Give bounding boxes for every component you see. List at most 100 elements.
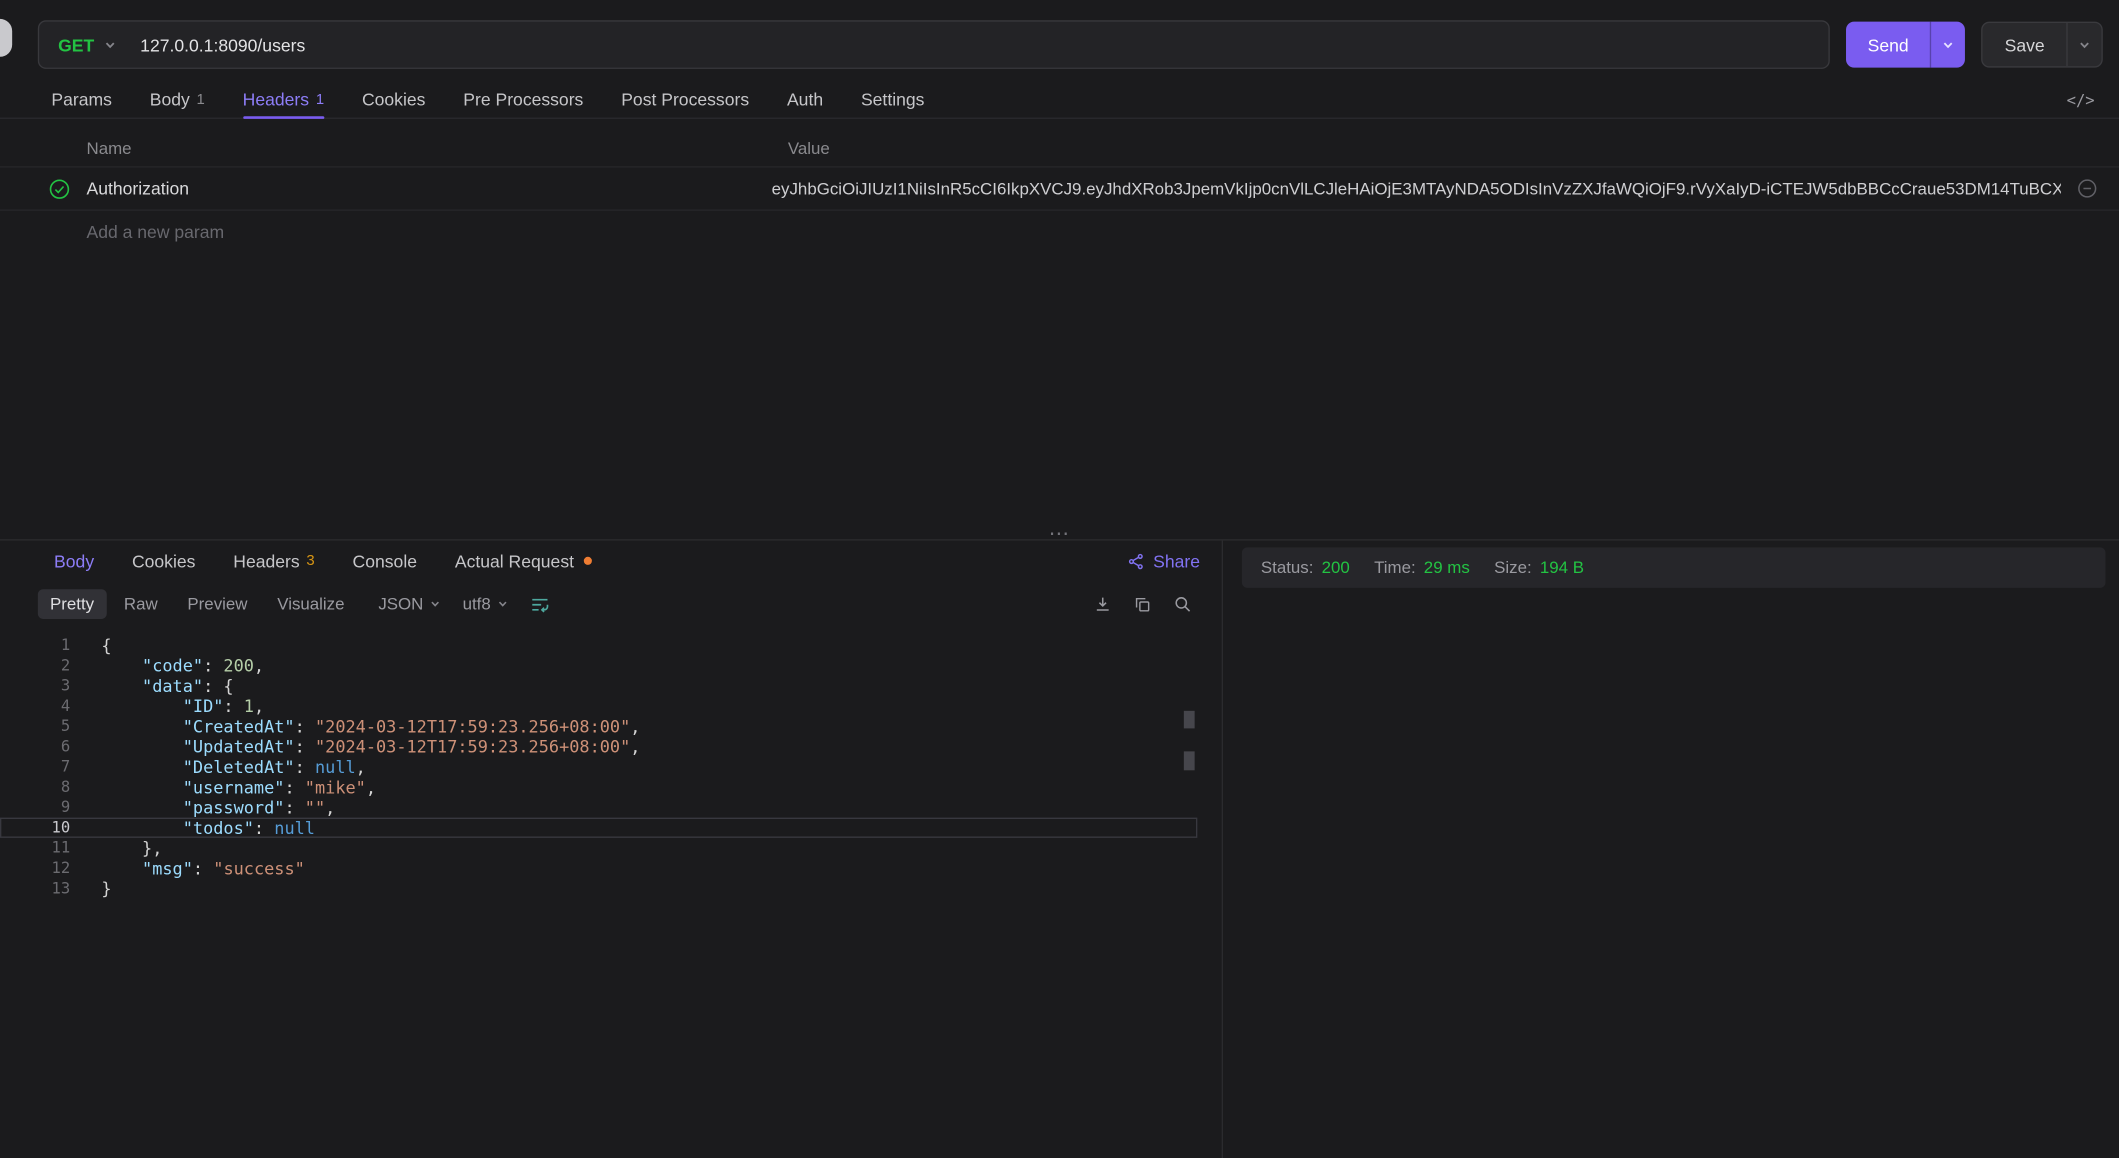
code-line-5[interactable]: 5 "CreatedAt": "2024-03-12T17:59:23.256+… [0,716,1197,736]
response-tab-console[interactable]: Console [353,541,417,582]
request-tab-auth[interactable]: Auth [787,81,823,117]
code-text: "ID": 1, [70,696,264,716]
line-number: 3 [0,676,70,696]
header-name-cell[interactable]: Authorization [70,178,771,198]
headers-table: Name Value Authorization eyJhbGciOiJIUzI… [0,130,2119,252]
chevron-down-icon [498,599,509,610]
code-line-10[interactable]: 10 "todos": null [0,818,1197,838]
line-number: 13 [0,878,70,898]
code-line-7[interactable]: 7 "DeletedAt": null, [0,757,1197,777]
response-time: Time: 29 ms [1374,558,1470,577]
tab-label: Body [54,551,94,571]
code-line-1[interactable]: 1{ [0,635,1197,655]
code-line-6[interactable]: 6 "UpdatedAt": "2024-03-12T17:59:23.256+… [0,737,1197,757]
code-text: { [70,635,111,655]
copy-icon[interactable] [1134,595,1152,613]
tab-label: Post Processors [621,89,749,109]
tab-label: Cookies [132,551,195,571]
size-label: Size: [1494,558,1532,577]
tab-label: Settings [861,89,924,109]
line-number: 12 [0,858,70,878]
save-button[interactable]: Save [1982,22,2103,68]
code-text: "DeletedAt": null, [70,757,366,777]
request-tab-body[interactable]: Body 1 [150,81,205,117]
row-enabled-checkbox[interactable] [49,178,71,200]
send-button[interactable]: Send [1846,22,1965,68]
send-options-button[interactable] [1930,22,1965,68]
code-text: } [70,878,111,898]
language-select[interactable]: JSON [378,595,441,614]
view-visualize-button[interactable]: Visualize [265,589,357,619]
tab-label: Actual Request [455,551,574,571]
request-tab-settings[interactable]: Settings [861,81,924,117]
tab-label: Headers [243,89,309,109]
view-pretty-button[interactable]: Pretty [38,589,106,619]
tab-label: Body [150,89,190,109]
encoding-select-value: utf8 [463,595,491,614]
share-button[interactable]: Share [1127,551,1200,571]
request-tab-headers[interactable]: Headers 1 [243,81,324,117]
tab-count-badge: 1 [197,91,205,107]
request-tab-params[interactable]: Params [51,81,112,117]
request-tab-cookies[interactable]: Cookies [362,81,425,117]
code-text: "password": "", [70,797,335,817]
request-tab-pre-processors[interactable]: Pre Processors [463,81,583,117]
tab-label: Headers [233,551,299,571]
share-label: Share [1153,551,1200,571]
view-raw-button[interactable]: Raw [112,589,170,619]
scrollbar-mark [1184,711,1195,729]
method-selector[interactable]: GET [58,34,127,54]
chevron-down-icon [2078,39,2090,51]
scrollbar-mark [1184,751,1195,770]
code-editor[interactable]: 1{2 "code": 200,3 "data": {4 "ID": 1,5 "… [0,627,1222,1158]
response-tab-cookies[interactable]: Cookies [132,541,195,582]
code-line-9[interactable]: 9 "password": "", [0,797,1197,817]
tab-label: Console [353,551,417,571]
code-text: "data": { [70,676,233,696]
time-value: 29 ms [1424,558,1470,577]
request-url-box[interactable]: GET 127.0.0.1:8090/users [38,20,1830,69]
response-tabs: Body Cookies Headers3 Console Actual Request [54,541,592,582]
search-icon[interactable] [1173,595,1192,614]
chevron-down-icon [430,599,441,610]
size-value: 194 B [1540,558,1584,577]
method-label: GET [58,34,94,54]
add-param-row[interactable]: Add a new param [0,211,2119,252]
code-line-12[interactable]: 12 "msg": "success" [0,858,1197,878]
download-icon[interactable] [1093,595,1112,614]
column-header-name: Name [86,139,787,158]
tab-label: Params [51,89,112,109]
response-tabs-row: Body Cookies Headers3 Console Actual Request… [0,541,1222,582]
request-tabs: Params Body 1 Headers 1 Cookies Pre Processors… [51,81,924,117]
code-line-4[interactable]: 4 "ID": 1, [0,696,1197,716]
remove-row-icon[interactable] [2077,178,2097,198]
url-input[interactable]: 127.0.0.1:8090/users [140,34,305,54]
request-bar: GET 127.0.0.1:8090/users Send Save [0,0,2119,81]
save-button-label: Save [1983,23,2066,66]
response-body-toolbar: PrettyRawPreviewVisualize JSON utf8 [0,581,1222,627]
line-number: 2 [0,655,70,675]
view-switcher: PrettyRawPreviewVisualize [38,589,357,619]
line-number: 9 [0,797,70,817]
code-line-2[interactable]: 2 "code": 200, [0,655,1197,675]
view-preview-button[interactable]: Preview [175,589,259,619]
response-tab-body[interactable]: Body [54,541,94,582]
header-value-cell[interactable]: eyJhbGciOiJIUzI1NiIsInR5cCI6IkpXVCJ9.eyJ… [772,179,2061,198]
code-text: "code": 200, [70,655,264,675]
wrap-lines-icon[interactable] [530,594,550,614]
code-line-13[interactable]: 13} [0,878,1197,898]
pane-resize-handle-icon[interactable]: ⋯ [1049,528,1071,542]
response-status-bar: Status: 200 Time: 29 ms Size: 194 B [1242,547,2106,588]
code-line-3[interactable]: 3 "data": { [0,676,1197,696]
tab-count-badge: 1 [316,91,324,107]
request-tab-post-processors[interactable]: Post Processors [621,81,749,117]
code-line-8[interactable]: 8 "username": "mike", [0,777,1197,797]
response-tab-actual-request[interactable]: Actual Request [455,541,592,582]
encoding-select[interactable]: utf8 [463,595,509,614]
header-row-authorization[interactable]: Authorization eyJhbGciOiJIUzI1NiIsInR5cC… [0,168,2119,211]
code-line-11[interactable]: 11 }, [0,838,1197,858]
chevron-down-icon [1942,39,1954,51]
code-view-icon[interactable]: </> [2067,90,2095,109]
save-options-button[interactable] [2066,23,2101,66]
response-tab-headers[interactable]: Headers3 [233,541,314,582]
